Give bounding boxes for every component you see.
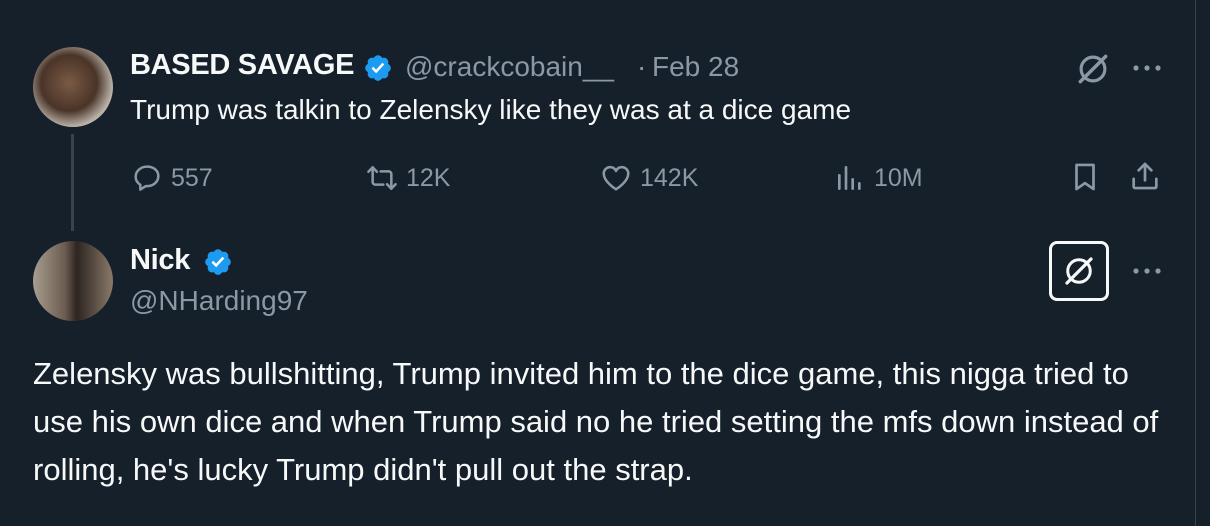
timestamp[interactable]: Feb 28: [652, 51, 739, 83]
verified-badge-icon: [365, 55, 391, 81]
grok-icon[interactable]: [1074, 50, 1112, 88]
avatar[interactable]: [33, 241, 113, 321]
views-count: 10M: [874, 163, 923, 192]
heart-icon: [602, 165, 630, 191]
grok-button[interactable]: [1049, 241, 1109, 301]
more-icon[interactable]: [1131, 265, 1163, 277]
retweet-count: 12K: [406, 163, 451, 192]
scroll-border: [1195, 0, 1210, 526]
reply-button[interactable]: 557: [131, 158, 213, 198]
handle[interactable]: @crackcobain__: [405, 51, 614, 83]
bookmark-icon[interactable]: [1068, 160, 1102, 194]
retweet-button[interactable]: 12K: [366, 158, 450, 198]
reply-icon: [134, 165, 160, 191]
retweet-icon: [367, 166, 397, 190]
separator: ·: [637, 51, 647, 82]
reply-count: 557: [171, 163, 213, 192]
share-icon[interactable]: [1128, 159, 1162, 193]
display-name[interactable]: BASED SAVAGE: [130, 49, 354, 82]
avatar[interactable]: [33, 47, 113, 127]
grok-icon: [1065, 257, 1093, 285]
tweet-text: Zelensky was bullshitting, Trump invited…: [33, 356, 1159, 487]
more-icon[interactable]: [1131, 62, 1163, 74]
handle[interactable]: @NHarding97: [130, 285, 308, 317]
views-button[interactable]: 10M: [834, 158, 923, 198]
like-count: 142K: [640, 163, 699, 192]
tweet-text: Trump was talkin to Zelensky like they w…: [130, 94, 852, 125]
verified-badge-icon: [205, 249, 231, 275]
display-name[interactable]: Nick: [130, 244, 190, 277]
views-icon: [838, 166, 861, 190]
like-button[interactable]: 142K: [600, 158, 698, 198]
thread-connector: [71, 134, 74, 231]
